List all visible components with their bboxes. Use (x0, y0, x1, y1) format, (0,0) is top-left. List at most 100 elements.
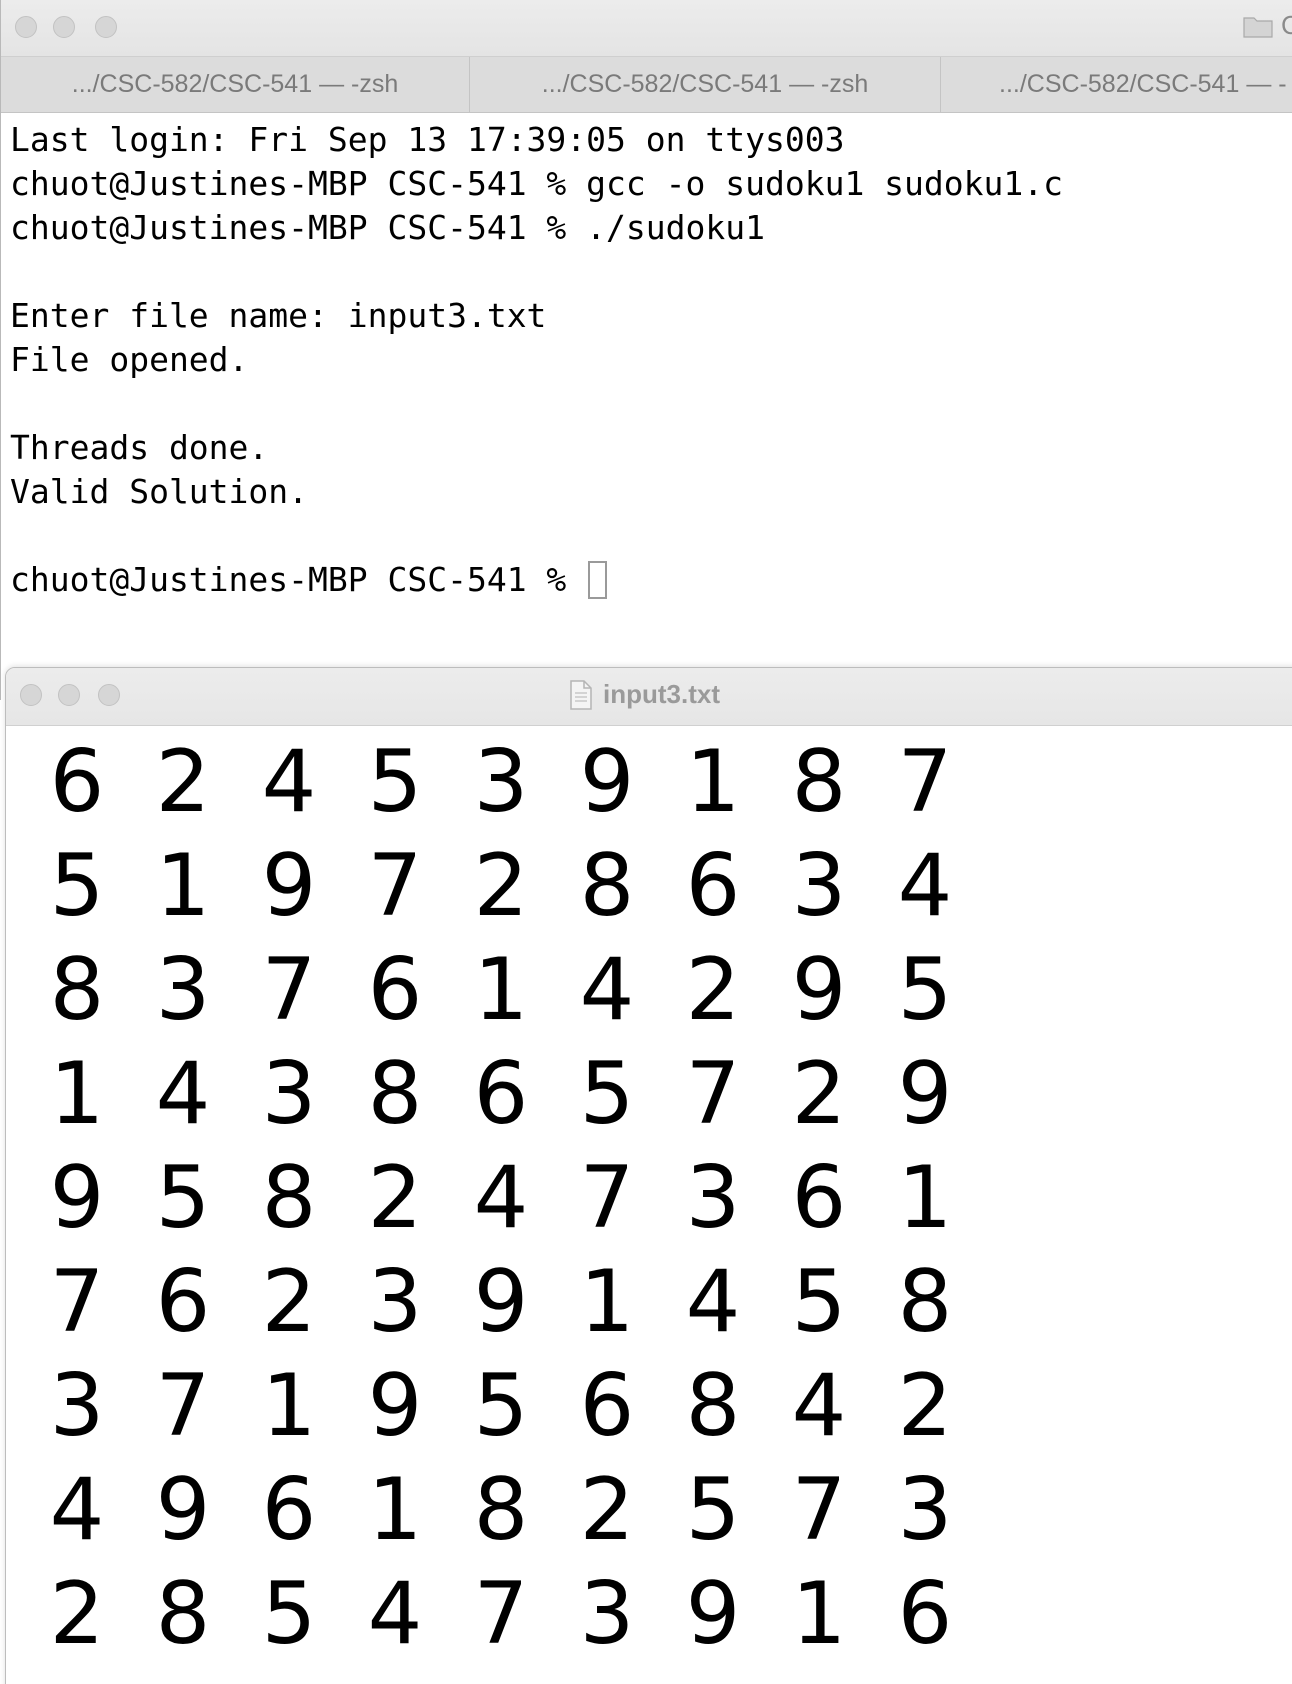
editor-title: input3.txt (569, 679, 720, 710)
grid-cell: 8 (155, 1564, 211, 1664)
terminal-line: Enter file name: input3.txt (10, 296, 547, 335)
grid-cell: 3 (897, 1460, 953, 1560)
grid-cell: 9 (897, 1044, 953, 1144)
grid-row: 143865729 (6, 1042, 978, 1146)
grid-cell: 9 (473, 1252, 529, 1352)
grid-cell: 4 (473, 1148, 529, 1248)
grid-cell: 3 (49, 1356, 105, 1456)
grid-cell: 2 (367, 1148, 423, 1248)
grid-cell: 2 (579, 1460, 635, 1560)
editor-title-text: input3.txt (603, 679, 720, 709)
terminal-window: C .../CSC-582/CSC-541 — -zsh .../CSC-582… (0, 0, 1292, 700)
grid-cell: 8 (579, 836, 635, 936)
grid-cell: 3 (261, 1044, 317, 1144)
grid-row: 762391458 (6, 1250, 978, 1354)
terminal-prompt-line[interactable]: chuot@Justines-MBP CSC-541 % (10, 558, 1292, 602)
grid-cell: 9 (367, 1356, 423, 1456)
grid-cell: 5 (473, 1356, 529, 1456)
grid-cell: 9 (155, 1460, 211, 1560)
grid-cell: 1 (473, 940, 529, 1040)
grid-cell: 7 (579, 1148, 635, 1248)
grid-cell: 1 (791, 1564, 847, 1664)
grid-cell: 8 (685, 1356, 741, 1456)
grid-cell: 6 (155, 1252, 211, 1352)
minimize-window-button[interactable] (53, 16, 75, 38)
grid-row: 519728634 (6, 834, 978, 938)
grid-cell: 3 (579, 1564, 635, 1664)
grid-cell: 6 (685, 836, 741, 936)
grid-cell: 4 (367, 1564, 423, 1664)
grid-cell: 5 (897, 940, 953, 1040)
terminal-tab[interactable]: .../CSC-582/CSC-541 — - (941, 57, 1292, 112)
grid-cell: 2 (155, 732, 211, 832)
grid-cell: 1 (367, 1460, 423, 1560)
sudoku-grid[interactable]: 6245391875197286348376142951438657299582… (6, 730, 978, 1666)
terminal-tab[interactable]: .../CSC-582/CSC-541 — -zsh (1, 57, 470, 112)
grid-cell: 6 (579, 1356, 635, 1456)
grid-cell: 8 (791, 732, 847, 832)
grid-cell: 3 (367, 1252, 423, 1352)
grid-cell: 1 (49, 1044, 105, 1144)
grid-cell: 2 (897, 1356, 953, 1456)
grid-cell: 7 (791, 1460, 847, 1560)
terminal-line: chuot@Justines-MBP CSC-541 % gcc -o sudo… (10, 164, 1063, 203)
grid-cell: 2 (685, 940, 741, 1040)
grid-row: 837614295 (6, 938, 978, 1042)
grid-row: 958247361 (6, 1146, 978, 1250)
grid-cell: 2 (791, 1044, 847, 1144)
grid-cell: 8 (473, 1460, 529, 1560)
grid-cell: 4 (261, 732, 317, 832)
terminal-tab-bar: .../CSC-582/CSC-541 — -zsh .../CSC-582/C… (1, 57, 1292, 113)
document-icon (570, 679, 592, 710)
terminal-titlebar[interactable]: C (1, 0, 1292, 57)
editor-titlebar[interactable]: input3.txt (6, 668, 1292, 726)
text-cursor (588, 561, 608, 599)
minimize-window-button[interactable] (58, 684, 80, 706)
grid-cell: 5 (579, 1044, 635, 1144)
grid-cell: 7 (473, 1564, 529, 1664)
grid-cell: 2 (473, 836, 529, 936)
grid-cell: 2 (49, 1564, 105, 1664)
grid-cell: 5 (791, 1252, 847, 1352)
zoom-window-button[interactable] (98, 684, 120, 706)
grid-cell: 5 (685, 1460, 741, 1560)
grid-cell: 4 (579, 940, 635, 1040)
grid-cell: 6 (791, 1148, 847, 1248)
grid-cell: 1 (685, 732, 741, 832)
terminal-output[interactable]: Last login: Fri Sep 13 17:39:05 on ttys0… (10, 118, 1292, 602)
grid-cell: 5 (367, 732, 423, 832)
terminal-tab[interactable]: .../CSC-582/CSC-541 — -zsh (470, 57, 941, 112)
grid-cell: 7 (155, 1356, 211, 1456)
terminal-line: File opened. (10, 340, 249, 379)
close-window-button[interactable] (15, 16, 37, 38)
grid-cell: 8 (49, 940, 105, 1040)
grid-cell: 4 (49, 1460, 105, 1560)
grid-row: 624539187 (6, 730, 978, 834)
terminal-line: Valid Solution. (10, 472, 309, 511)
terminal-line: chuot@Justines-MBP CSC-541 % ./sudoku1 (10, 208, 765, 247)
grid-row: 285473916 (6, 1562, 978, 1666)
grid-row: 371956842 (6, 1354, 978, 1458)
grid-cell: 7 (261, 940, 317, 1040)
grid-cell: 8 (261, 1148, 317, 1248)
grid-row: 496182573 (6, 1458, 978, 1562)
close-window-button[interactable] (20, 684, 42, 706)
grid-cell: 2 (261, 1252, 317, 1352)
grid-cell: 5 (261, 1564, 317, 1664)
grid-cell: 6 (473, 1044, 529, 1144)
grid-cell: 3 (791, 836, 847, 936)
grid-cell: 9 (685, 1564, 741, 1664)
grid-cell: 8 (897, 1252, 953, 1352)
zoom-window-button[interactable] (95, 16, 117, 38)
grid-cell: 5 (49, 836, 105, 936)
grid-cell: 6 (261, 1460, 317, 1560)
window-title-fragment: C (1281, 10, 1292, 40)
grid-cell: 7 (49, 1252, 105, 1352)
grid-cell: 4 (897, 836, 953, 936)
grid-cell: 3 (155, 940, 211, 1040)
grid-cell: 9 (49, 1148, 105, 1248)
terminal-line: Last login: Fri Sep 13 17:39:05 on ttys0… (10, 120, 845, 159)
grid-cell: 5 (155, 1148, 211, 1248)
